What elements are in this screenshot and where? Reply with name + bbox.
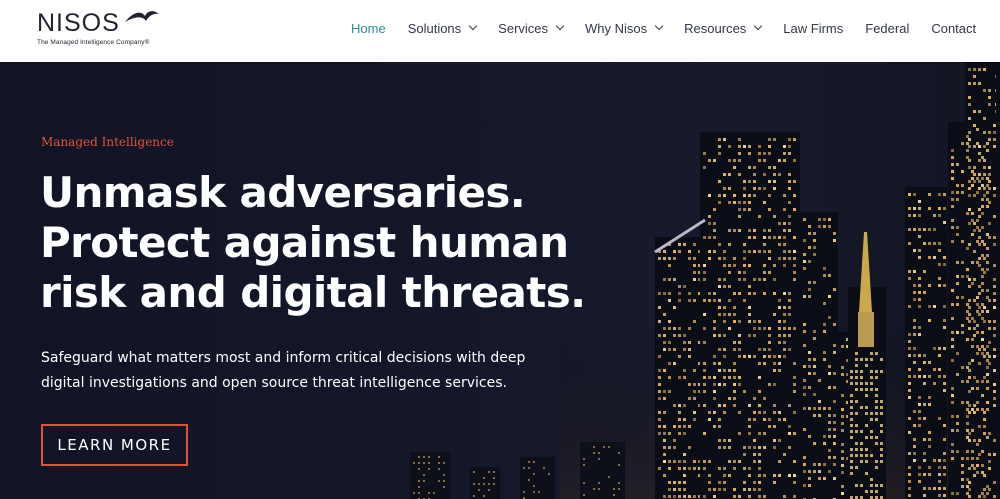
hero-headline: Unmask adversaries. Protect against huma… bbox=[40, 168, 586, 317]
logo-tagline: The Managed Intelligence Company® bbox=[37, 39, 150, 46]
site-header: NISOS The Managed Intelligence Company® … bbox=[0, 0, 1000, 62]
hero-subtext: Safeguard what matters most and inform c… bbox=[41, 350, 526, 391]
nav-item-home[interactable]: Home bbox=[340, 21, 397, 36]
nav-item-services[interactable]: Services bbox=[487, 21, 574, 36]
nav-item-contact[interactable]: Contact bbox=[920, 21, 987, 36]
hero-eyebrow: Managed Intelligence bbox=[41, 135, 174, 149]
hero-section: Managed Intelligence Unmask adversaries.… bbox=[0, 62, 1000, 499]
nav-item-label: Services bbox=[498, 20, 549, 36]
nav-item-label: Law Firms bbox=[783, 20, 844, 36]
logo-wordmark: NISOS bbox=[37, 9, 120, 37]
nav-item-label: Contact bbox=[931, 20, 977, 36]
bird-icon bbox=[125, 11, 159, 22]
nav-item-federal[interactable]: Federal bbox=[854, 21, 920, 36]
chevron-down-icon bbox=[468, 21, 478, 31]
learn-more-button[interactable]: LEARN MORE bbox=[41, 424, 188, 466]
nav-item-label: Federal bbox=[865, 20, 910, 36]
chevron-down-icon bbox=[654, 21, 664, 31]
main-nav: Home Solutions Services Why Nisos Resources L… bbox=[340, 0, 1000, 56]
nav-item-law-firms[interactable]: Law Firms bbox=[772, 21, 854, 36]
nav-item-why-nisos[interactable]: Why Nisos bbox=[574, 21, 673, 36]
nav-item-label: Home bbox=[351, 20, 386, 36]
chevron-down-icon bbox=[555, 21, 565, 31]
nav-item-label: Resources bbox=[684, 20, 747, 36]
nav-item-solutions[interactable]: Solutions bbox=[397, 21, 487, 36]
nav-item-label: Solutions bbox=[407, 20, 462, 36]
nisos-logo[interactable]: NISOS The Managed Intelligence Company® bbox=[37, 8, 167, 54]
chevron-down-icon bbox=[754, 21, 763, 31]
nav-item-label: Why Nisos bbox=[585, 20, 648, 36]
nav-item-resources[interactable]: Resources bbox=[673, 21, 772, 36]
